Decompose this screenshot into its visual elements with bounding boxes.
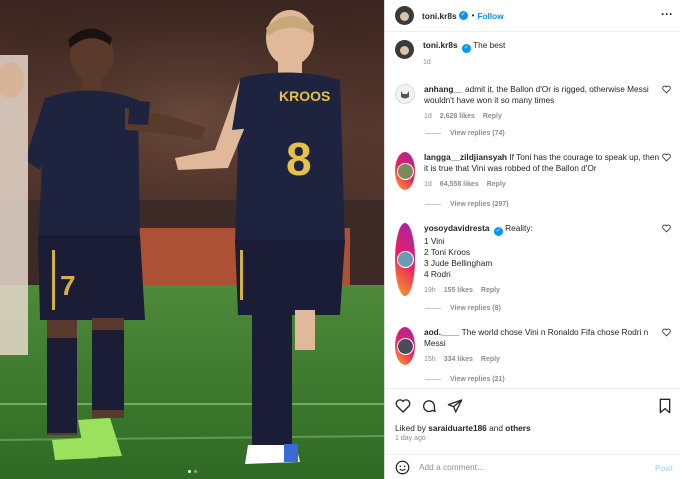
heart-icon[interactable]	[662, 328, 671, 337]
left-shirt-number: 7	[60, 270, 76, 301]
comment-text-line: 1 Vini	[424, 236, 445, 246]
comment-input[interactable]	[419, 462, 639, 472]
avatar[interactable]	[395, 223, 415, 296]
verified-icon: ✓	[458, 11, 468, 20]
carousel-dots	[0, 470, 384, 473]
comment-item: yosoydavidresta ✓ Reality: 1 Vini 2 Toni…	[395, 223, 671, 296]
comment-time: 15h	[424, 356, 436, 363]
comment-item: aod.____ The world chose Vini n Ronaldo …	[395, 327, 671, 365]
bookmark-icon[interactable]	[657, 398, 673, 414]
comment-text-line: 3 Jude Bellingham	[424, 258, 493, 268]
comment-username[interactable]: yosoydavidresta	[424, 223, 489, 233]
liked-by-user[interactable]: saraiduarte186	[428, 423, 487, 433]
caption-time: 1d	[423, 59, 431, 66]
reply-button[interactable]: Reply	[481, 354, 500, 365]
emoji-icon[interactable]	[395, 460, 410, 475]
liked-by-others[interactable]: others	[505, 423, 530, 433]
avatar[interactable]	[395, 6, 414, 25]
heart-icon[interactable]	[662, 153, 671, 162]
post-photo[interactable]: 7 KROOS 8	[0, 0, 384, 479]
post-comment-button[interactable]: Post	[655, 463, 673, 473]
comment-likes[interactable]: 64,558 likes	[440, 179, 479, 190]
comment-time: 1d	[424, 113, 432, 120]
post-actions: Liked by saraiduarte186 and others 1 day…	[385, 388, 680, 448]
comment-text-line: 2 Toni Kroos	[424, 247, 470, 257]
comment-likes[interactable]: 155 likes	[444, 285, 473, 296]
carousel-dot[interactable]	[187, 470, 191, 473]
avatar[interactable]	[395, 152, 415, 190]
comment-username[interactable]: anhang__	[424, 84, 463, 94]
cat-avatar-icon	[401, 91, 409, 99]
avatar[interactable]	[395, 327, 415, 365]
add-comment-bar: Post	[385, 454, 680, 479]
shirt-name: KROOS	[279, 88, 330, 104]
caption-text: The best	[473, 40, 506, 50]
post-image: 7 KROOS 8	[0, 0, 384, 479]
view-replies-button[interactable]: View replies (8)	[425, 305, 501, 312]
follow-button[interactable]: Follow	[477, 11, 503, 21]
post-caption: toni.kr8s ✓ The best 1d	[395, 40, 671, 68]
reply-button[interactable]: Reply	[483, 111, 502, 122]
liked-by-prefix: Liked by	[395, 423, 426, 433]
post-header: toni.kr8s ✓ • Follow ···	[385, 0, 680, 32]
comment-icon[interactable]	[421, 398, 437, 414]
share-icon[interactable]	[447, 398, 463, 414]
reply-button[interactable]: Reply	[481, 285, 500, 296]
view-replies-button[interactable]: View replies (297)	[425, 201, 509, 208]
comment-time: 19h	[424, 287, 436, 294]
comment-likes[interactable]: 2,628 likes	[440, 111, 475, 122]
verified-icon: ✓	[461, 44, 471, 53]
header-username[interactable]: toni.kr8s	[422, 11, 457, 21]
comment-item: anhang__ admit it, the Ballon d'Or is ri…	[395, 84, 671, 122]
verified-icon: ✓	[493, 227, 503, 236]
liked-by: Liked by saraiduarte186 and others	[395, 423, 531, 433]
avatar[interactable]	[395, 40, 414, 59]
comment-likes[interactable]: 334 likes	[444, 354, 473, 365]
more-horizontal-icon[interactable]: ···	[661, 8, 673, 20]
heart-icon[interactable]	[662, 224, 671, 233]
comment-text-line: Reality:	[505, 223, 533, 233]
comment-time: 1d	[424, 181, 432, 188]
view-replies-button[interactable]: View replies (21)	[425, 376, 505, 383]
view-replies-button[interactable]: View replies (74)	[425, 130, 505, 137]
caption-username[interactable]: toni.kr8s	[423, 40, 458, 50]
reply-button[interactable]: Reply	[487, 179, 506, 190]
comment-text-line: 4 Rodri	[424, 269, 451, 279]
shirt-number: 8	[286, 133, 312, 185]
carousel-dot[interactable]	[193, 470, 197, 473]
comment-username[interactable]: aod.____	[424, 327, 460, 337]
heart-icon[interactable]	[662, 85, 671, 94]
avatar[interactable]	[395, 84, 415, 104]
separator-dot: •	[471, 11, 475, 20]
comment-item: langga__zildjiansyah If Toni has the cou…	[395, 152, 671, 190]
post-time-ago: 1 day ago	[395, 435, 426, 442]
comment-username[interactable]: langga__zildjiansyah	[424, 152, 507, 162]
liked-by-and: and	[489, 423, 503, 433]
like-heart-icon[interactable]	[395, 398, 411, 414]
post-panel: toni.kr8s ✓ • Follow ··· toni.kr8s ✓ The…	[384, 0, 680, 479]
